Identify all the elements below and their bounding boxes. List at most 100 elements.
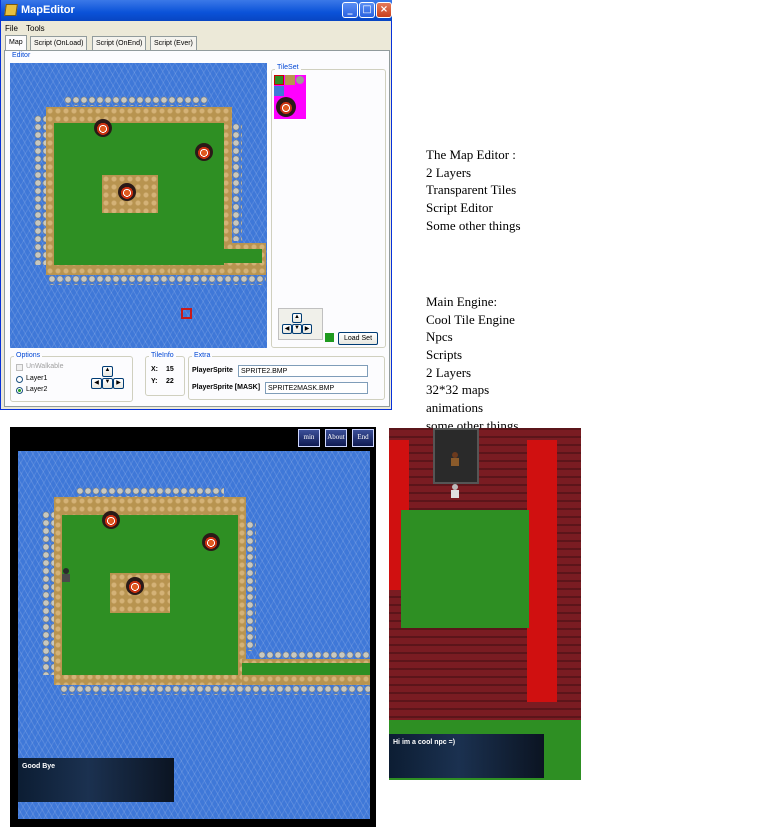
layer-right-icon[interactable]: ▶ [113, 378, 124, 389]
layer1-radio[interactable] [16, 376, 23, 383]
player-sprite [61, 568, 71, 582]
note-line: 32*32 maps [426, 382, 490, 398]
cave-grass [401, 510, 529, 628]
tree-tile [94, 119, 112, 137]
dialog-text: Good Bye [22, 763, 56, 770]
extra-group-label: Extra [192, 352, 213, 359]
tile-x-value: 15 [166, 366, 174, 373]
map-editor-window: MapEditor _ □ × File Tools Map Script (O… [0, 0, 392, 410]
dialog-box: Good Bye [18, 758, 174, 802]
player-body [451, 490, 459, 498]
layer2-label: Layer2 [26, 386, 48, 393]
about-button[interactable]: About [325, 429, 347, 447]
tile-x-label: X: [151, 366, 158, 373]
tileset-water-tile[interactable] [274, 86, 284, 96]
tab-script-ever[interactable]: Script (Ever) [150, 36, 197, 50]
rock-border [246, 521, 256, 651]
layer-down-icon[interactable]: ▼ [102, 378, 113, 389]
player-sprite-mask-input[interactable]: SPRITE2MASK.BMP [265, 382, 368, 394]
tile-y-value: 22 [166, 378, 174, 385]
menu-file[interactable]: File [5, 24, 18, 33]
close-button[interactable]: × [376, 2, 392, 18]
editor-group-label: Editor [10, 52, 33, 59]
title-bar[interactable]: MapEditor _ □ × [1, 0, 392, 21]
game-window-cave[interactable]: Hi im a cool npc =) [389, 428, 581, 780]
minimize-button[interactable]: _ [342, 2, 358, 18]
selected-tile-swatch [325, 333, 334, 342]
load-set-button[interactable]: Load Set [338, 332, 378, 345]
arrow-right-icon[interactable]: ▶ [302, 324, 312, 334]
note-line: 2 Layers [426, 164, 472, 180]
unwalkable-checkbox[interactable] [16, 364, 23, 371]
tab-script-onload[interactable]: Script (OnLoad) [30, 36, 88, 50]
tileset-grass-tile[interactable] [274, 75, 284, 85]
menu-tools[interactable]: Tools [26, 24, 45, 33]
tree-tile [126, 577, 144, 595]
end-button[interactable]: End [352, 429, 374, 447]
min-button[interactable]: min [298, 429, 320, 447]
grass-area [170, 249, 262, 263]
player-sprite-label: PlayerSprite [192, 367, 233, 374]
app-icon [4, 4, 18, 16]
tab-map[interactable]: Map [5, 35, 27, 50]
tile-cursor [181, 308, 192, 319]
tree-tile [195, 143, 213, 161]
dialog-box: Hi im a cool npc =) [389, 734, 544, 778]
player-body [62, 574, 70, 582]
player-sprite-input[interactable]: SPRITE2.BMP [238, 365, 368, 377]
tileinfo-group [145, 356, 185, 396]
arrow-up-icon[interactable]: ▲ [292, 313, 302, 323]
note-line: Some other things [426, 217, 521, 233]
note-line: 2 Layers [426, 364, 472, 380]
layer-up-icon[interactable]: ▲ [102, 366, 113, 377]
rock-border [76, 487, 224, 497]
tree-tile [202, 533, 220, 551]
rock-border [42, 511, 54, 675]
layer2-radio[interactable] [16, 387, 23, 394]
tileset-image[interactable] [274, 75, 306, 119]
rock-border [48, 275, 266, 285]
arrow-down-icon[interactable]: ▼ [292, 324, 302, 334]
note-line: Cool Tile Engine [426, 311, 515, 327]
rock-border [34, 115, 46, 265]
tileset-tree-tile[interactable] [276, 97, 296, 117]
rock-border [60, 685, 370, 695]
tileset-sand-tile[interactable] [285, 75, 295, 85]
dialog-text: Hi im a cool npc =) [393, 739, 456, 746]
editor-notes: The Map Editor : 2 Layers Transparent Ti… [426, 146, 521, 234]
unwalkable-label: UnWalkable [26, 363, 64, 370]
note-line: Transparent Tiles [426, 182, 517, 198]
engine-notes: Main Engine: Cool Tile Engine Npcs Scrip… [426, 293, 518, 435]
npc-sprite [450, 452, 460, 466]
npc-body [451, 458, 459, 466]
player-sprite-mask-label: PlayerSprite [MASK] [192, 384, 261, 391]
game-window-overworld: min About End Good Bye [10, 427, 376, 827]
note-line: Scripts [426, 347, 463, 363]
note-line: Npcs [426, 329, 453, 345]
note-line: Script Editor [426, 200, 493, 216]
layer1-label: Layer1 [26, 375, 48, 382]
note-line: The Map Editor : [426, 147, 516, 162]
tab-script-onend[interactable]: Script (OnEnd) [92, 36, 147, 50]
grass-area [242, 663, 370, 675]
arrow-pad-box: ▲ ◀ ▼ ▶ [278, 308, 323, 340]
arrow-left-icon[interactable]: ◀ [282, 324, 292, 334]
tileset-group-label: TileSet [275, 64, 301, 71]
tileset-rock-tile[interactable] [296, 76, 304, 84]
tree-tile [102, 511, 120, 529]
editor-map-canvas[interactable] [10, 63, 267, 348]
rock-border [64, 96, 208, 106]
window-title: MapEditor [21, 4, 75, 16]
note-line: Main Engine: [426, 294, 498, 309]
tile-y-label: Y: [151, 378, 158, 385]
layer-left-icon[interactable]: ◀ [91, 378, 102, 389]
rock-border [232, 123, 242, 241]
map-tab-panel: Editor TileSet ▲ ◀ ▼ ▶ Load Set Options … [4, 50, 390, 407]
layer-arrow-pad: ▲ ◀ ▼ ▶ [91, 364, 125, 394]
options-group-label: Options [14, 352, 43, 359]
note-line: animations [426, 400, 484, 416]
tileinfo-group-label: TileInfo [149, 352, 176, 359]
tree-tile [118, 183, 136, 201]
maximize-button[interactable]: □ [359, 2, 375, 18]
player-sprite [450, 484, 460, 498]
